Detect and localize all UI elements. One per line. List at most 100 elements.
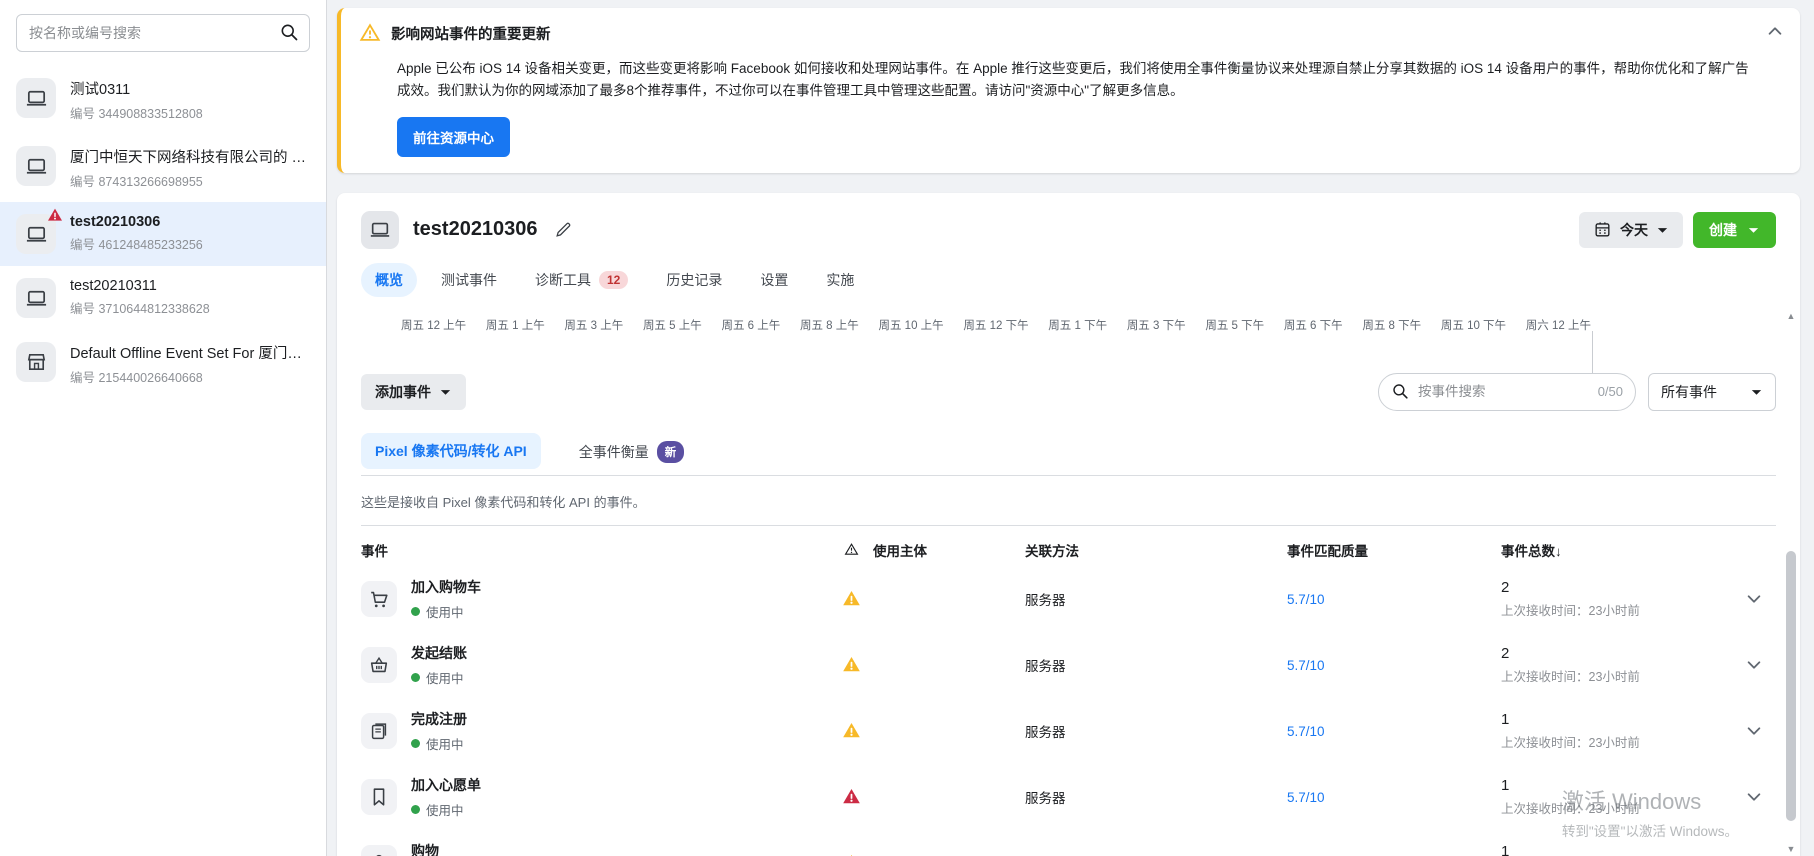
- data-source-list: 测试0311 编号 344908833512808 厦门中恒天下网络科技有限公司…: [0, 66, 326, 398]
- search-icon: [1391, 382, 1410, 401]
- table-header: 事件 使用主体 关联方法 事件匹配质量 事件总数↓: [361, 525, 1776, 566]
- table-row[interactable]: 购物 使用中 服务器 5.7/10 1 上次接收时间：23小时前: [361, 830, 1776, 856]
- connection-method: 服务器: [1025, 721, 1287, 741]
- expand-row-icon[interactable]: [1732, 788, 1776, 806]
- events-toolbar: 添加事件 0/50 所有事件: [361, 373, 1776, 411]
- expand-row-icon[interactable]: [1732, 590, 1776, 608]
- laptop-icon: [16, 214, 56, 254]
- tab-aem[interactable]: 全事件衡量新: [567, 433, 697, 475]
- item-name: 测试0311: [70, 78, 203, 99]
- warning-red-icon[interactable]: [829, 787, 873, 806]
- tab-implementation[interactable]: 实施: [812, 263, 868, 297]
- match-quality-link[interactable]: 5.7/10: [1287, 658, 1325, 673]
- source-tab-bar: Pixel 像素代码/转化 API 全事件衡量新: [361, 433, 1776, 476]
- scroll-down-icon[interactable]: ▼: [1787, 842, 1796, 856]
- item-id: 编号 874313266698955: [70, 171, 310, 190]
- tab-pixel-capi[interactable]: Pixel 像素代码/转化 API: [361, 433, 541, 469]
- sort-desc-icon: ↓: [1555, 544, 1562, 559]
- scroll-up-icon[interactable]: ▲: [1787, 309, 1796, 323]
- table-row[interactable]: 完成注册 使用中 服务器 5.7/10 1 上次接收时间：23小时前: [361, 698, 1776, 764]
- cart-icon: [361, 581, 397, 617]
- sidebar-item-offline-set[interactable]: Default Offline Event Set For 厦门中... 编号 …: [0, 330, 326, 398]
- tab-test-events[interactable]: 测试事件: [427, 263, 511, 297]
- edit-name-icon[interactable]: [554, 220, 573, 239]
- event-filter-dropdown[interactable]: 所有事件: [1648, 373, 1776, 411]
- expand-row-icon[interactable]: [1732, 722, 1776, 740]
- active-status-dot: [411, 673, 420, 682]
- banner-body: Apple 已公布 iOS 14 设备相关变更，而这些变更将影响 Faceboo…: [397, 58, 1760, 103]
- col-entity: 使用主体: [873, 540, 1025, 560]
- shopping-bag-icon: [361, 845, 397, 856]
- chart-cursor-line: [1592, 331, 1593, 373]
- create-button[interactable]: 创建: [1693, 212, 1776, 248]
- laptop-icon: [16, 278, 56, 318]
- tab-diagnostics[interactable]: 诊断工具12: [521, 263, 642, 297]
- caret-down-icon: [439, 386, 452, 398]
- sidebar-search-input[interactable]: [16, 14, 310, 52]
- tab-history[interactable]: 历史记录: [652, 263, 736, 297]
- match-quality-link[interactable]: 5.7/10: [1287, 790, 1325, 805]
- col-event: 事件: [361, 540, 829, 560]
- col-quality[interactable]: 事件匹配质量: [1287, 540, 1501, 560]
- warning-yellow-icon[interactable]: [829, 655, 873, 674]
- sidebar: 测试0311 编号 344908833512808 厦门中恒天下网络科技有限公司…: [0, 0, 327, 856]
- item-id: 编号 3710644812338628: [70, 298, 210, 317]
- item-name: test20210311: [70, 278, 210, 294]
- date-range-button[interactable]: 今天: [1579, 212, 1683, 248]
- event-count: 1: [1501, 711, 1732, 728]
- connection-method: 服务器: [1025, 655, 1287, 675]
- basket-icon: [361, 647, 397, 683]
- diagnostics-count-badge: 12: [599, 271, 628, 289]
- item-name: test20210306: [70, 214, 203, 230]
- match-quality-link[interactable]: 5.7/10: [1287, 724, 1325, 739]
- connection-method: 服务器: [1025, 853, 1287, 856]
- banner-title: 影响网站事件的重要更新: [391, 23, 551, 44]
- table-row[interactable]: 加入心愿单 使用中 服务器 5.7/10 1 上次接收时间：23小时前: [361, 764, 1776, 830]
- item-name: 厦门中恒天下网络科技有限公司的 Pi...: [70, 146, 310, 167]
- sidebar-item-pixel[interactable]: test20210311 编号 3710644812338628: [0, 266, 326, 330]
- scrollbar-thumb[interactable]: [1786, 551, 1796, 821]
- ios14-notice-banner: 影响网站事件的重要更新 Apple 已公布 iOS 14 设备相关变更，而这些变…: [337, 8, 1800, 173]
- calendar-icon: [1593, 220, 1612, 239]
- caret-down-icon: [1750, 386, 1763, 398]
- laptop-icon: [361, 211, 399, 249]
- active-status-dot: [411, 805, 420, 814]
- col-total-sort[interactable]: 事件总数↓: [1501, 540, 1732, 560]
- warning-yellow-icon[interactable]: [829, 589, 873, 608]
- laptop-icon: [16, 146, 56, 186]
- tab-overview[interactable]: 概览: [361, 263, 417, 297]
- event-count: 2: [1501, 579, 1732, 596]
- table-row[interactable]: 发起结账 使用中 服务器 5.7/10 2 上次接收时间：23小时前: [361, 632, 1776, 698]
- col-method: 关联方法: [1025, 540, 1287, 560]
- activity-chart-time-axis: 周五 12 上午周五 1 上午周五 3 上午周五 5 上午周五 6 上午周五 8…: [401, 317, 1591, 333]
- tab-settings[interactable]: 设置: [746, 263, 802, 297]
- caret-down-icon: [1747, 224, 1760, 236]
- active-status-dot: [411, 607, 420, 616]
- event-count: 2: [1501, 645, 1732, 662]
- main-area: 影响网站事件的重要更新 Apple 已公布 iOS 14 设备相关变更，而这些变…: [327, 0, 1814, 856]
- table-row[interactable]: 加入购物车 使用中 服务器 5.7/10 2 上次接收时间：23小时前: [361, 566, 1776, 632]
- last-received: 上次接收时间：23小时前: [1501, 666, 1732, 685]
- search-icon: [279, 22, 300, 43]
- table-description: 这些是接收自 Pixel 像素代码和转化 API 的事件。: [361, 492, 1776, 511]
- match-quality-link[interactable]: 5.7/10: [1287, 592, 1325, 607]
- sidebar-item-pixel-selected[interactable]: test20210306 编号 461248485233256: [0, 202, 326, 266]
- item-name: Default Offline Event Set For 厦门中...: [70, 342, 310, 363]
- connection-method: 服务器: [1025, 787, 1287, 807]
- expand-row-icon[interactable]: [1732, 656, 1776, 674]
- item-id: 编号 344908833512808: [70, 103, 203, 122]
- vertical-scrollbar[interactable]: ▲ ▼: [1784, 309, 1798, 856]
- event-search: 0/50: [1378, 373, 1636, 411]
- item-id: 编号 215440026640668: [70, 367, 310, 386]
- add-event-button[interactable]: 添加事件: [361, 374, 466, 410]
- laptop-icon: [16, 78, 56, 118]
- event-search-input[interactable]: [1418, 384, 1590, 399]
- sidebar-item-pixel[interactable]: 测试0311 编号 344908833512808: [0, 66, 326, 134]
- resource-center-button[interactable]: 前往资源中心: [397, 117, 510, 157]
- sidebar-item-pixel[interactable]: 厦门中恒天下网络科技有限公司的 Pi... 编号 874313266698955: [0, 134, 326, 202]
- warning-yellow-icon[interactable]: [829, 721, 873, 740]
- last-received: 上次接收时间：23小时前: [1501, 600, 1732, 619]
- collapse-banner-icon[interactable]: [1766, 22, 1784, 40]
- event-count: 1: [1501, 777, 1732, 794]
- warning-badge-icon: [47, 207, 63, 223]
